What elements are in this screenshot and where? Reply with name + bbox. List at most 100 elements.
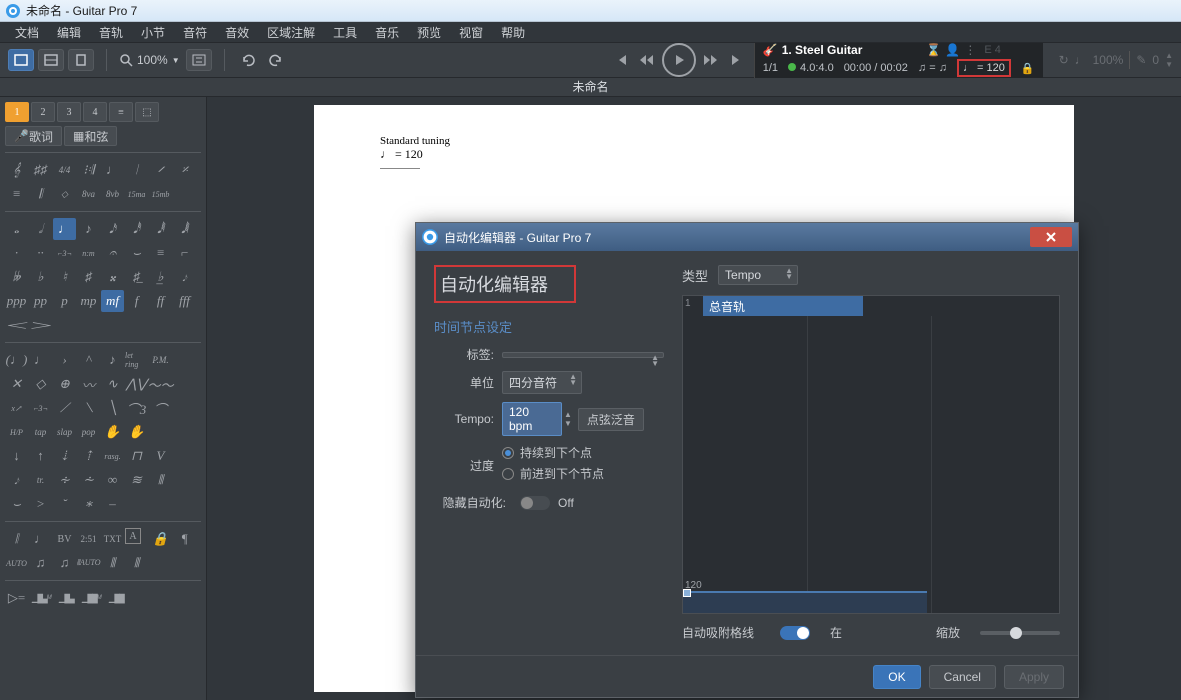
pm-icon[interactable]: P.M. xyxy=(149,349,172,371)
txt-icon[interactable]: TXT xyxy=(101,528,124,550)
tempo-input[interactable]: 120 bpm xyxy=(502,402,562,436)
menu-document[interactable]: 文档 xyxy=(6,24,48,41)
8vb-icon[interactable]: 8vb xyxy=(101,183,124,205)
view-screen-button[interactable] xyxy=(38,49,64,71)
auto1-icon[interactable]: AUTO xyxy=(5,552,28,574)
rasg-icon[interactable]: rasg. xyxy=(101,445,124,467)
vib1-icon[interactable]: 〰 xyxy=(77,373,100,395)
dialog-titlebar[interactable]: 自动化编辑器 - Guitar Pro 7 xyxy=(416,223,1078,251)
menu-window[interactable]: 视窗 xyxy=(450,24,492,41)
bars-m2-icon[interactable]: ▁██M xyxy=(80,587,103,609)
key-sig-icon[interactable]: ♯♯ xyxy=(29,159,52,181)
pickstroke-down-icon[interactable]: ⊓ xyxy=(125,445,148,467)
staff[interactable] xyxy=(380,168,420,198)
grace2-icon[interactable]: 𝆕 xyxy=(5,469,28,491)
15ma-icon[interactable]: 15ma xyxy=(125,183,148,205)
half-note-icon[interactable]: 𝅗𝅥 xyxy=(29,218,52,240)
menu-music[interactable]: 音乐 xyxy=(366,24,408,41)
slide1-icon[interactable]: ⟋ xyxy=(53,397,76,419)
f-icon[interactable]: f xyxy=(125,290,148,312)
bar-icon[interactable]: 𝄀 xyxy=(125,159,148,181)
tremolo-bar-icon[interactable]: ⌐3¬ xyxy=(29,397,52,419)
menu-sound[interactable]: 音效 xyxy=(216,24,258,41)
apply-button[interactable]: Apply xyxy=(1004,665,1064,689)
ghost-icon[interactable]: (♩) xyxy=(5,349,28,371)
tempo-handle[interactable] xyxy=(683,589,691,597)
tempo-line[interactable] xyxy=(683,591,927,593)
tenuto-icon[interactable]: – xyxy=(101,493,124,515)
menu-track[interactable]: 音轨 xyxy=(90,24,132,41)
radio-jump[interactable] xyxy=(502,468,514,480)
undo-button[interactable] xyxy=(237,49,259,71)
dsharp-icon[interactable]: 𝄪 xyxy=(101,266,124,288)
128th-note-icon[interactable]: 𝅘𝅥𝅲 xyxy=(173,218,196,240)
p-icon[interactable]: p xyxy=(53,290,76,312)
trem1-icon[interactable]: ≋ xyxy=(125,469,148,491)
slash-icon[interactable]: 𝄍 xyxy=(149,159,172,181)
go-start-button[interactable] xyxy=(610,49,632,71)
menu-help[interactable]: 帮助 xyxy=(492,24,534,41)
menu-tools[interactable]: 工具 xyxy=(324,24,366,41)
slide2-icon[interactable]: ⟍ xyxy=(77,397,100,419)
ff-icon[interactable]: ff xyxy=(149,290,172,312)
voice-4-button[interactable]: 4 xyxy=(83,102,107,122)
tap-icon[interactable]: ⊕ xyxy=(53,373,76,395)
eighth-note-icon[interactable]: ♪ xyxy=(77,218,100,240)
dead-icon[interactable]: ♩ xyxy=(29,349,52,371)
auto2-icon[interactable]: ♫ xyxy=(29,552,52,574)
trill-icon[interactable]: tr. xyxy=(29,469,52,491)
rest-icon[interactable]: ≡ xyxy=(149,242,172,264)
zoom-fit-button[interactable] xyxy=(186,49,212,71)
up-icon[interactable]: ↑ xyxy=(29,445,52,467)
15mb-icon[interactable]: 15mb xyxy=(149,183,172,205)
hp-icon[interactable]: H/P xyxy=(5,421,28,443)
unit-select[interactable]: 四分音符▲▼ xyxy=(502,371,582,394)
time-sig-icon[interactable]: 4/4 xyxy=(53,159,76,181)
tie-icon[interactable]: ⌣ xyxy=(125,242,148,264)
double-slash-icon[interactable]: 𝄎 xyxy=(173,159,196,181)
updown-icon[interactable]: ▲▼ xyxy=(564,410,572,428)
wah-icon[interactable]: ∞ xyxy=(101,469,124,491)
ottava-icon[interactable]: ≡ xyxy=(5,183,28,205)
harmonic-icon[interactable]: ◇ xyxy=(29,373,52,395)
slide3-icon[interactable]: ╲ xyxy=(101,397,124,419)
mordent-icon[interactable]: ⩪ xyxy=(77,469,100,491)
metronome-icon[interactable]: ⌛ xyxy=(926,43,941,57)
palm1-icon[interactable]: ✋ xyxy=(101,421,124,443)
bars-m1-icon[interactable]: ▁█▄M xyxy=(30,587,53,609)
menu-dots-icon[interactable]: ⋮ xyxy=(964,43,976,57)
arpeggio-down-icon[interactable]: ⇣ xyxy=(53,445,76,467)
menu-preview[interactable]: 预览 xyxy=(408,24,450,41)
ntuplet-icon[interactable]: n:m xyxy=(77,242,100,264)
legato-icon[interactable]: ⌣ xyxy=(5,493,28,515)
staccato-icon[interactable]: ♪ xyxy=(101,349,124,371)
bars-1-icon[interactable]: ▁█▄ xyxy=(55,587,78,609)
acc2-icon[interactable]: ♭̲ xyxy=(149,266,172,288)
bars-2-icon[interactable]: ▁██ xyxy=(105,587,128,609)
bracket-icon[interactable]: 𝄃 xyxy=(29,183,52,205)
fermata-icon[interactable]: 𝄐 xyxy=(101,242,124,264)
stacc-icon[interactable]: > xyxy=(29,493,52,515)
snap-switch[interactable] xyxy=(780,626,810,640)
tag-select[interactable]: ▲▼ xyxy=(502,352,664,358)
tuning-fork-icon[interactable]: 👤 xyxy=(945,43,960,57)
64th-note-icon[interactable]: 𝅘𝅥𝅱 xyxy=(149,218,172,240)
tempo-lock-icon[interactable]: 🔒 xyxy=(1021,62,1035,75)
view-vertical-button[interactable] xyxy=(68,49,94,71)
pp-icon[interactable]: pp xyxy=(29,290,52,312)
decresc-icon[interactable]: 𝆓 xyxy=(29,314,52,336)
mp-icon[interactable]: mp xyxy=(77,290,100,312)
quarter-note-icon[interactable]: ♩ xyxy=(53,218,76,240)
pickstroke-up-icon[interactable]: V xyxy=(149,445,172,467)
track-name[interactable]: 1. Steel Guitar xyxy=(782,43,863,57)
sharp-icon[interactable]: ♯ xyxy=(77,266,100,288)
bb-icon[interactable]: 𝄫 xyxy=(5,266,28,288)
go-end-button[interactable] xyxy=(726,49,748,71)
down-icon[interactable]: ↓ xyxy=(5,445,28,467)
barline-icon[interactable]: 𝄀𝄁 xyxy=(5,528,28,550)
ppp-icon[interactable]: ppp xyxy=(5,290,28,312)
voice-3-button[interactable]: 3 xyxy=(57,102,81,122)
turn-icon[interactable]: ∻ xyxy=(53,469,76,491)
bv-icon[interactable]: BV xyxy=(53,528,76,550)
menu-note[interactable]: 音符 xyxy=(174,24,216,41)
